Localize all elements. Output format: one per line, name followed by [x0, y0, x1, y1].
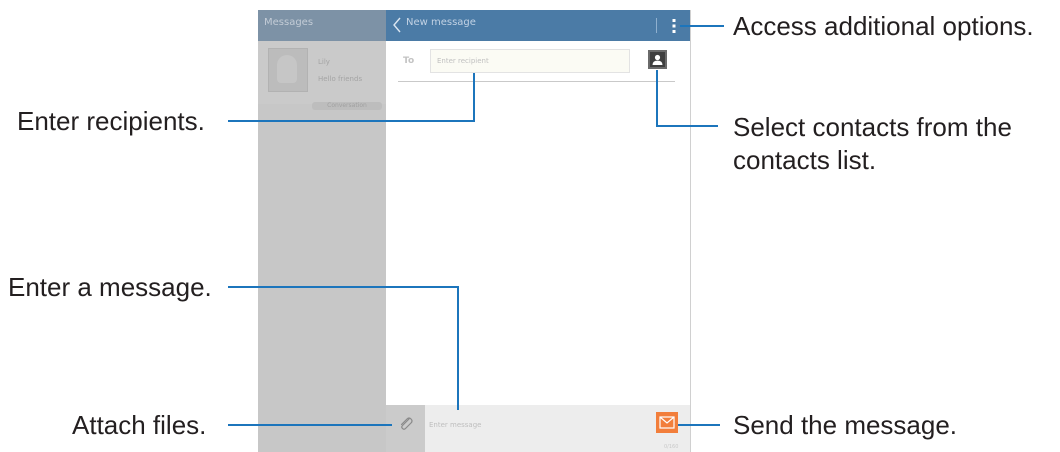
- callout-recipients: Enter recipients.: [17, 106, 205, 136]
- contacts-button[interactable]: [648, 50, 667, 69]
- callout-line-message: [228, 286, 459, 288]
- callout-line-recipients-vertical: [473, 73, 475, 122]
- callout-line-contacts: [656, 125, 718, 127]
- callout-options: Access additional options.: [733, 11, 1034, 41]
- to-label: To: [403, 56, 415, 66]
- conversation-snippet: Hello friends: [318, 75, 363, 83]
- conversation-list-title: Messages: [264, 17, 314, 28]
- avatar-silhouette-icon: [277, 55, 297, 83]
- conversation-contact-name: Lily: [318, 58, 330, 66]
- more-options-icon[interactable]: [670, 16, 678, 36]
- contacts-icon: [652, 54, 663, 65]
- callout-line-options: [680, 25, 724, 27]
- send-icon: [659, 416, 675, 429]
- attach-icon[interactable]: [397, 415, 415, 433]
- callout-attach: Attach files.: [72, 410, 207, 440]
- character-counter: 0/160: [664, 444, 679, 450]
- callout-contacts-line2: contacts list.: [733, 145, 877, 175]
- callout-message: Enter a message.: [8, 272, 212, 302]
- callout-send: Send the message.: [733, 410, 958, 440]
- back-icon[interactable]: [392, 16, 402, 34]
- callout-line-message-vertical: [457, 286, 459, 410]
- callout-line-attach: [228, 424, 392, 426]
- callout-line-contacts-vertical: [656, 70, 658, 127]
- callout-line-recipients: [228, 120, 475, 122]
- page-title: New message: [406, 17, 476, 28]
- callout-contacts-line1: Select contacts from the: [733, 112, 1012, 142]
- message-input[interactable]: [427, 410, 646, 440]
- callout-line-send: [678, 424, 720, 426]
- conversation-action[interactable]: Conversation: [312, 102, 382, 110]
- header-divider: [656, 18, 657, 33]
- recipient-input[interactable]: [430, 49, 630, 73]
- recipient-divider: [398, 81, 675, 82]
